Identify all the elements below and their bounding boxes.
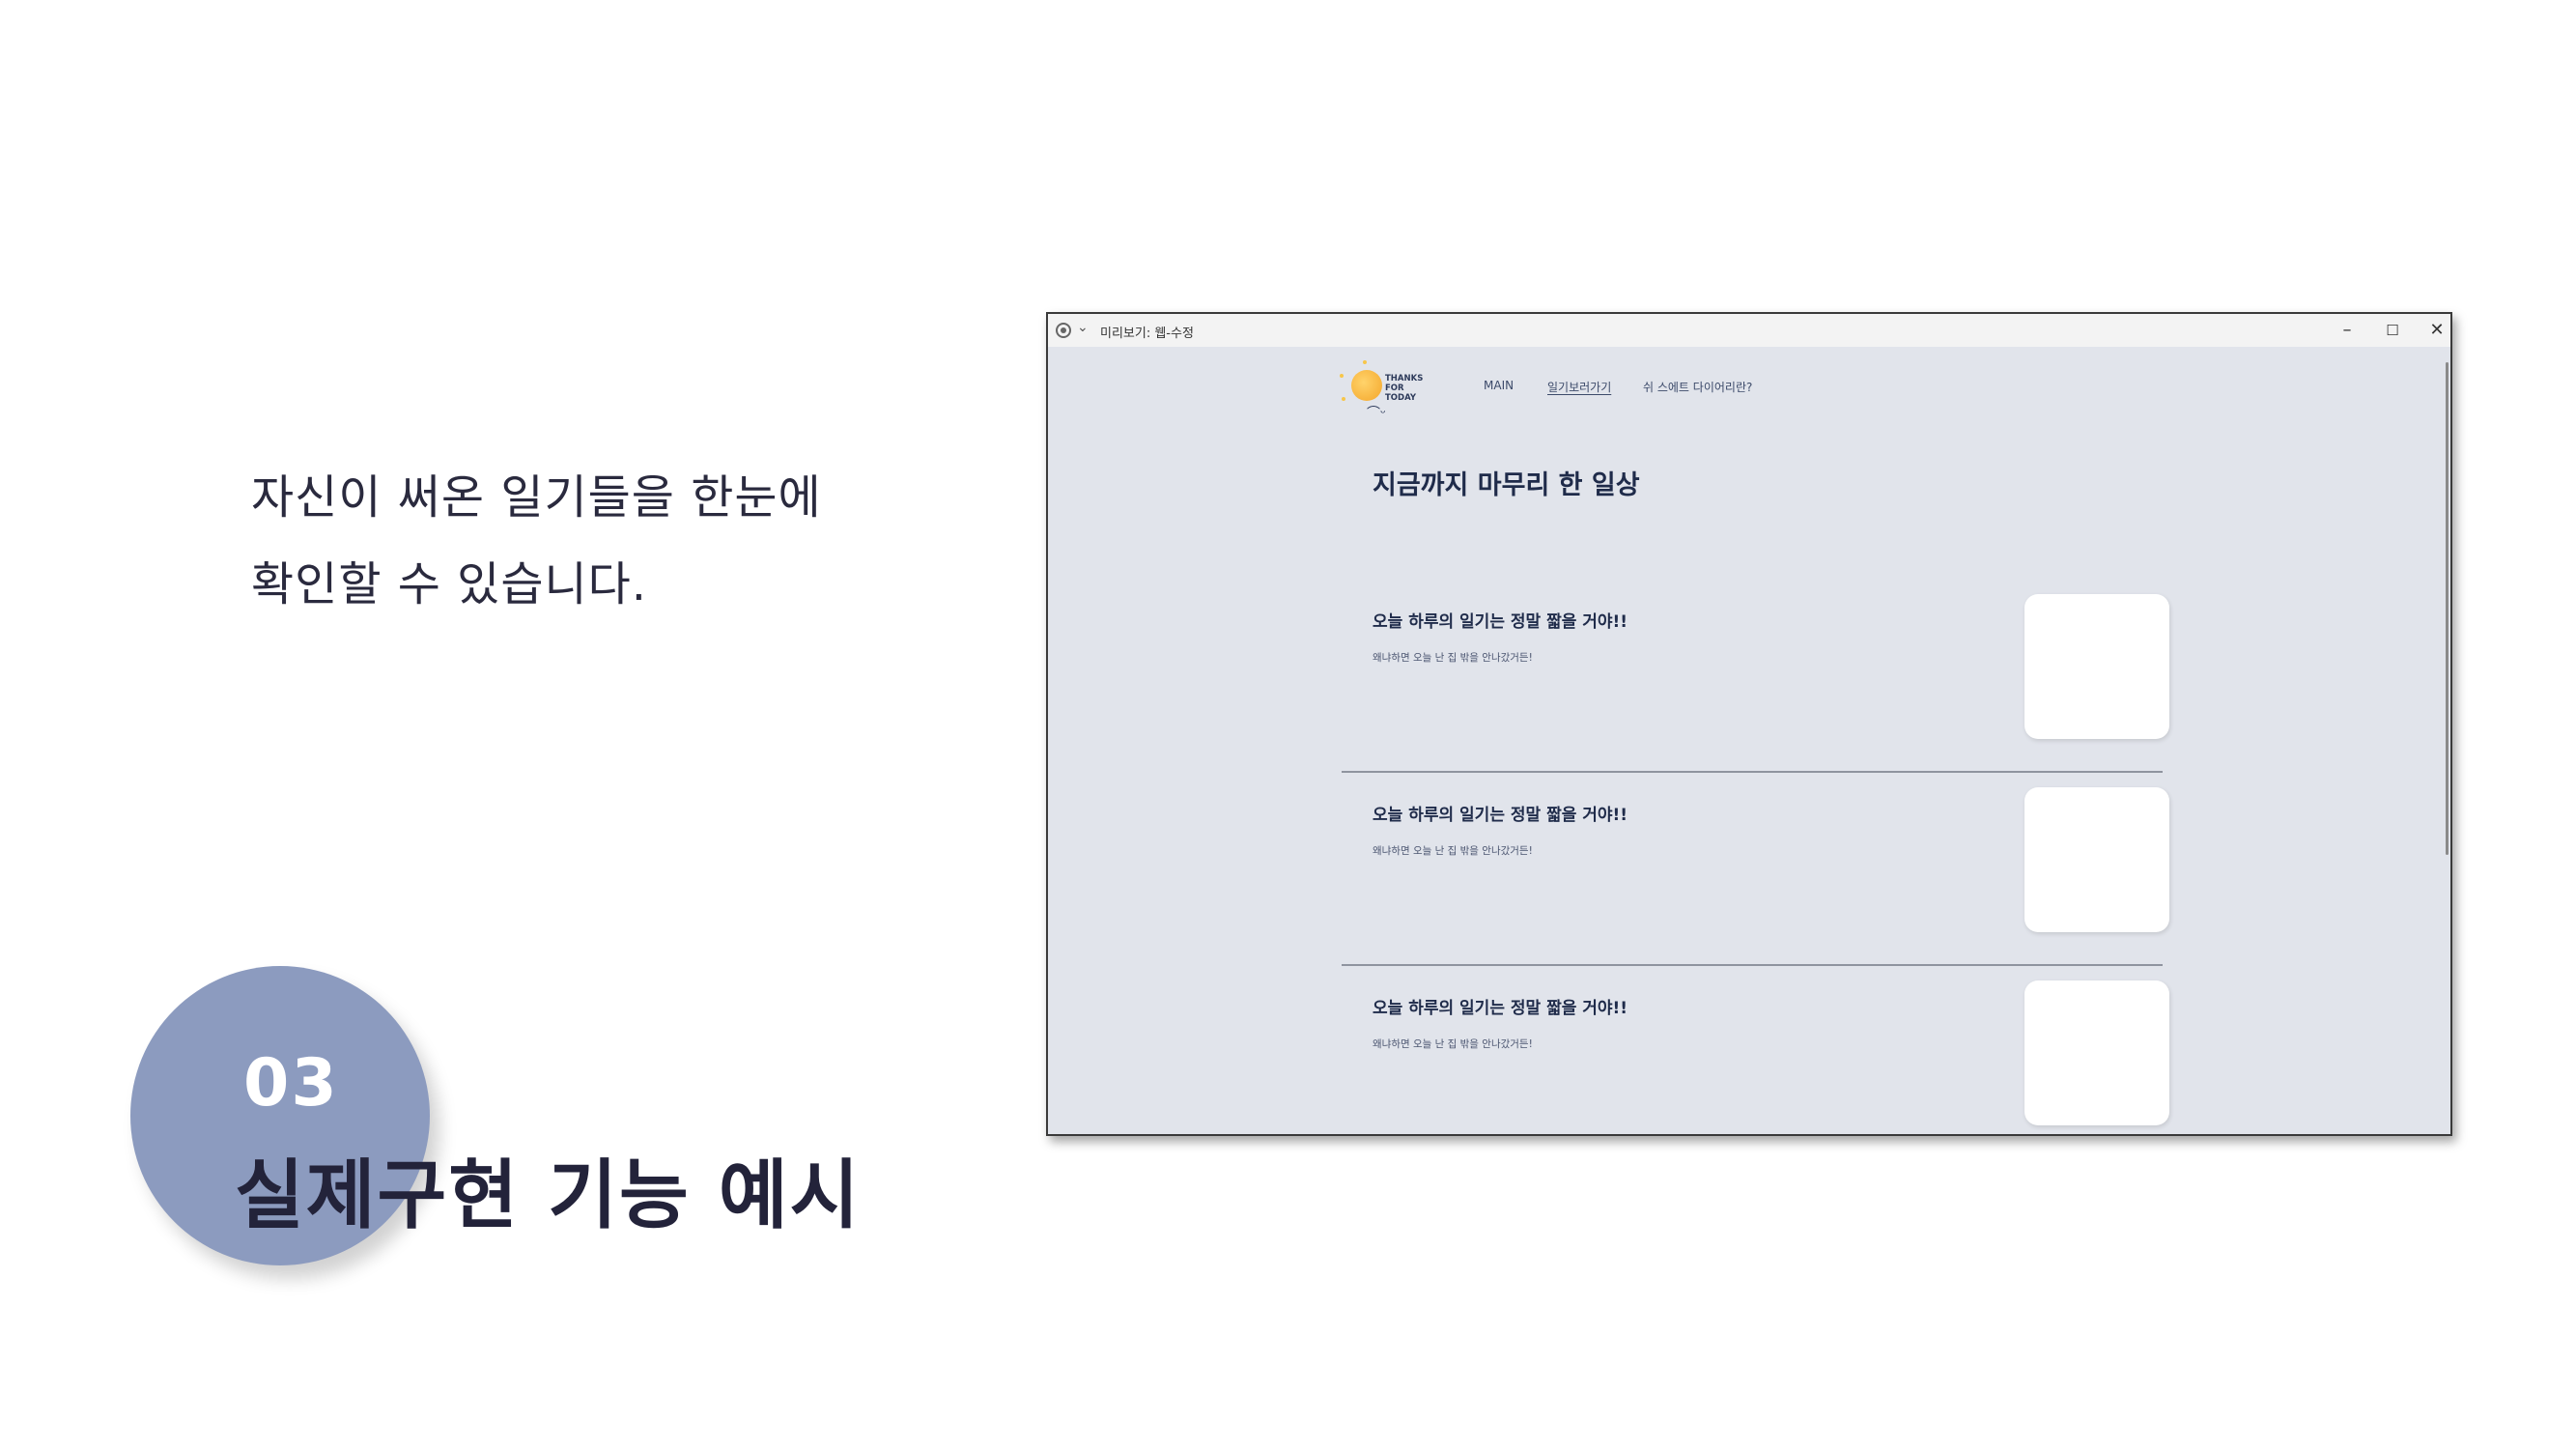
entry-subtitle: 왜냐하면 오늘 난 집 밖을 안나갔거든!: [1373, 652, 1533, 664]
bird-icon: ⌒ᵕ: [1367, 406, 1386, 421]
diary-entry[interactable]: 오늘 하루의 일기는 정말 짧을 거야!! 왜냐하면 오늘 난 집 밖을 안나갔…: [1342, 980, 2169, 1134]
vertical-scrollbar[interactable]: [2446, 362, 2449, 855]
minimize-button[interactable]: –: [2328, 317, 2366, 344]
entry-subtitle: 왜냐하면 오늘 난 집 밖을 안나갔거든!: [1373, 845, 1533, 857]
description-line-1: 자신이 써온 일기들을 한눈에: [251, 470, 822, 525]
entry-title[interactable]: 오늘 하루의 일기는 정말 짧을 거야!!: [1373, 994, 1628, 1018]
sun-icon: [1351, 370, 1382, 401]
entry-subtitle: 왜냐하면 오늘 난 집 밖을 안나갔거든!: [1373, 1038, 1533, 1050]
section-number: 03: [243, 1045, 339, 1122]
logo-text-line-3: TODAY: [1385, 393, 1416, 403]
site-logo[interactable]: ⌒ᵕ THANKS FOR TODAY: [1338, 358, 1431, 421]
window-titlebar[interactable]: ⌄ 미리보기: 웹-수정 – ☐ ✕: [1048, 314, 2450, 347]
entry-thumbnail[interactable]: [2024, 787, 2169, 932]
close-button[interactable]: ✕: [2418, 317, 2450, 344]
maximize-button[interactable]: ☐: [2373, 317, 2412, 344]
diary-entry[interactable]: 오늘 하루의 일기는 정말 짧을 거야!! 왜냐하면 오늘 난 집 밖을 안나갔…: [1342, 594, 2169, 787]
entry-divider: [1342, 964, 2163, 966]
entry-title[interactable]: 오늘 하루의 일기는 정말 짧을 거야!!: [1373, 608, 1628, 632]
entry-thumbnail[interactable]: [2024, 594, 2169, 739]
nav-main-link[interactable]: MAIN: [1484, 379, 1514, 392]
logo-text-line-1: THANKS: [1385, 374, 1424, 384]
entry-divider: [1342, 771, 2163, 773]
slide-description: 자신이 써온 일기들을 한눈에 확인할 수 있습니다.: [251, 454, 927, 628]
entry-title[interactable]: 오늘 하루의 일기는 정말 짧을 거야!!: [1373, 801, 1628, 825]
logo-text: THANKS FOR TODAY: [1385, 374, 1431, 403]
page-heading: 지금까지 마무리 한 일상: [1373, 470, 1640, 500]
diary-entry[interactable]: 오늘 하루의 일기는 정말 짧을 거야!! 왜냐하면 오늘 난 집 밖을 안나갔…: [1342, 787, 2169, 980]
window-title: 미리보기: 웹-수정: [1100, 327, 1194, 341]
chevron-down-icon[interactable]: ⌄: [1077, 320, 1089, 335]
description-line-2: 확인할 수 있습니다.: [251, 557, 648, 611]
entry-thumbnail[interactable]: [2024, 980, 2169, 1125]
nav-diary-link[interactable]: 일기보러가기: [1547, 379, 1611, 395]
preview-window: ⌄ 미리보기: 웹-수정 – ☐ ✕ ⌒ᵕ THANKS FOR TODAY M…: [1046, 312, 2452, 1136]
nav-about-link[interactable]: 쉬 스에트 다이어리란?: [1643, 379, 1752, 395]
logo-text-line-2: FOR: [1385, 384, 1404, 393]
section-title: 실제구현 기능 예시: [235, 1152, 862, 1239]
app-icon: [1056, 323, 1071, 338]
